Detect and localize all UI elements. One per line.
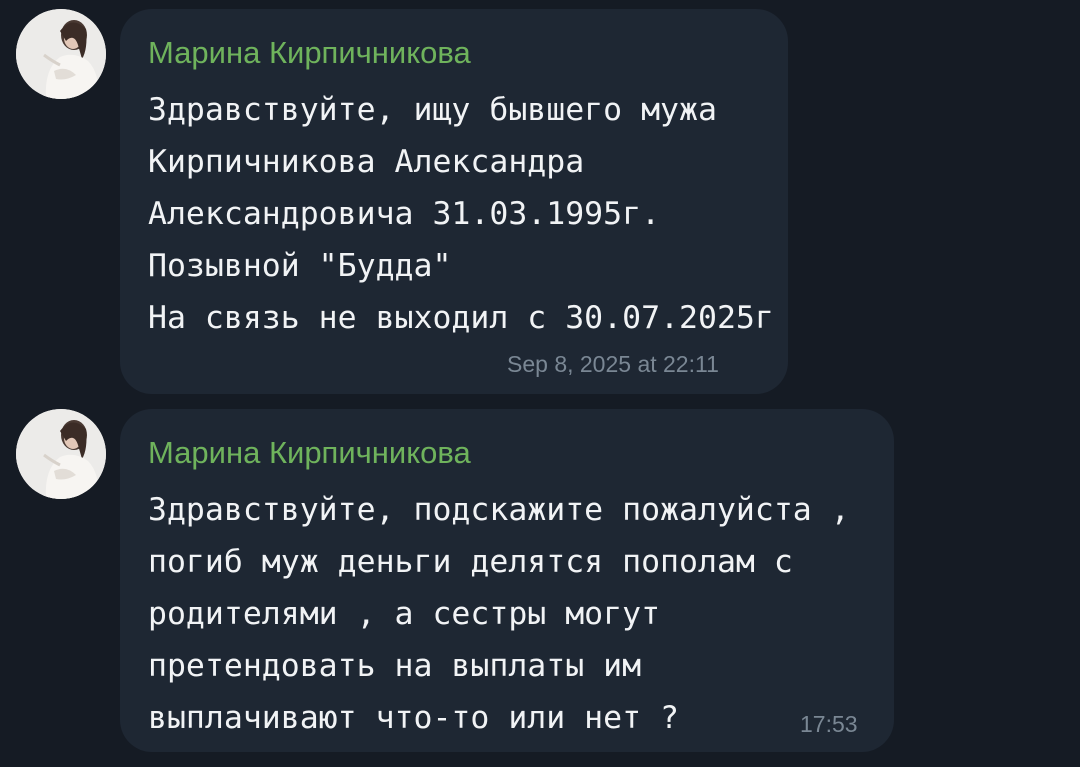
message-text: Здравствуйте, подскажите пожалуйста , по… xyxy=(148,492,850,736)
message-bubble[interactable]: Марина Кирпичникова Здравствуйте, ищу бы… xyxy=(120,9,788,394)
sender-avatar[interactable] xyxy=(16,9,106,99)
message-timestamp: 17:53 xyxy=(800,711,858,737)
message-timestamp: Sep 8, 2025 at 22:11 xyxy=(507,351,719,377)
sender-name[interactable]: Марина Кирпичникова xyxy=(148,33,471,73)
message-bubble[interactable]: Марина Кирпичникова Здравствуйте, подска… xyxy=(120,409,894,752)
message-text: Здравствуйте, ищу бывшего мужа Кирпичник… xyxy=(148,92,774,336)
avatar-photo-icon xyxy=(16,9,106,99)
avatar-photo-icon xyxy=(16,409,106,499)
chat-history[interactable]: Марина Кирпичникова Здравствуйте, ищу бы… xyxy=(0,0,1080,767)
sender-avatar[interactable] xyxy=(16,409,106,499)
sender-name[interactable]: Марина Кирпичникова xyxy=(148,433,471,473)
